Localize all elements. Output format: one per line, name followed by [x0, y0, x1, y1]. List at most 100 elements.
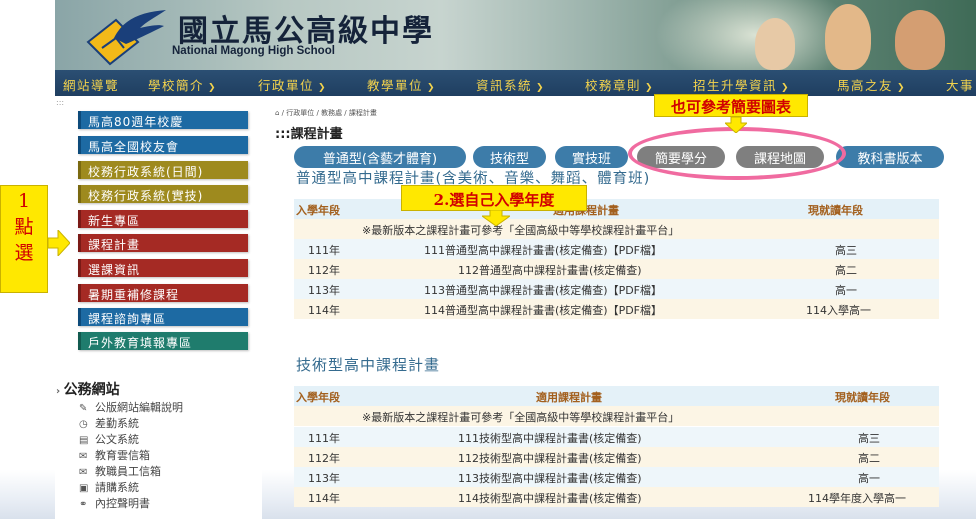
- column-header-grade: 現就讀年段: [835, 391, 890, 404]
- annotation-step1-number: 1: [17, 190, 31, 212]
- row-grade: 114學年度入學高一: [808, 492, 906, 505]
- column-header-grade: 現就讀年段: [808, 204, 863, 217]
- gov-link-staff-mail[interactable]: ✉ 教職員工信箱: [79, 463, 161, 479]
- annotation-step2: 2.選自己入學年度: [401, 185, 587, 211]
- cart-icon: ▣: [79, 483, 89, 494]
- table-row: 112年 112普通型高中課程計畫書(核定備查) 高二: [294, 259, 939, 279]
- table-row: 111年 111技術型高中課程計畫書(核定備查) 高三: [294, 427, 939, 447]
- row-grade: 高一: [858, 472, 880, 485]
- table-technical-header: 入學年段 適用課程計畫 現就讀年段: [294, 386, 939, 406]
- sidebar-item-alumni[interactable]: 馬高全國校友會: [78, 136, 248, 154]
- gov-link-label: 教職員工信箱: [95, 465, 161, 478]
- screenshot: { "header": { "school_name_cn": "國立馬公高級中…: [0, 0, 976, 519]
- nav-item-info-systems[interactable]: 資訊系統 ❯: [476, 75, 545, 94]
- nav-item-admin-units[interactable]: 行政單位 ❯: [258, 75, 327, 94]
- gov-link-purchase[interactable]: ▣ 請購系統: [79, 479, 139, 495]
- section-technical-title: 技術型高中課程計畫: [296, 356, 441, 374]
- tab-general-type[interactable]: 普通型(含藝才體育): [294, 146, 466, 168]
- nav-item-label: 招生升學資訊: [693, 78, 778, 93]
- row-year: 111年: [308, 244, 340, 257]
- row-year: 112年: [308, 264, 340, 277]
- nav-item-events[interactable]: 大事: [946, 75, 974, 94]
- row-plan-link[interactable]: 112技術型高中課程計畫書(核定備查): [458, 450, 642, 466]
- annotation-step1-text: 選: [14, 242, 34, 264]
- gov-link-internal-control[interactable]: ⚭ 內控聲明書: [79, 495, 150, 511]
- gov-link-editing-guide[interactable]: ✎ 公版網站編輯說明: [79, 399, 183, 415]
- sidebar-anchor-dots: :::: [56, 98, 65, 107]
- banner-photo-person: [895, 10, 945, 70]
- row-year: 114年: [308, 304, 340, 317]
- row-plan-link[interactable]: 113技術型高中課程計畫書(核定備查): [458, 470, 642, 486]
- school-logo-icon: [86, 10, 166, 66]
- tab-practical-class[interactable]: 實技班: [555, 146, 628, 168]
- sidebar-item-course-selection[interactable]: 選課資訊: [78, 259, 248, 277]
- tab-textbook-versions[interactable]: 教科書版本: [836, 146, 944, 168]
- nav-item-admissions[interactable]: 招生升學資訊 ❯: [693, 75, 790, 94]
- gov-link-attendance[interactable]: ◷ 差勤系統: [79, 415, 139, 431]
- envelope-icon: ✉: [79, 467, 88, 478]
- sidebar-item-course-consulting[interactable]: 課程諮詢專區: [78, 308, 248, 326]
- row-plan-link[interactable]: 111普通型高中課程計畫書(核定備查)【PDF檔】: [424, 242, 662, 258]
- row-year: 111年: [308, 432, 340, 445]
- banner-photo-person: [825, 4, 871, 70]
- page-title: :::課程計畫: [275, 127, 343, 142]
- row-grade: 高二: [835, 264, 857, 277]
- table-note-row: ※最新版本之課程計畫可參考「全國高級中等學校課程計畫平台」: [294, 219, 939, 239]
- sidebar-item-curriculum-plan[interactable]: 課程計畫: [78, 234, 248, 252]
- banner-photo-person: [755, 18, 795, 70]
- chevron-down-icon: ❯: [897, 83, 907, 93]
- sidebar-item-admin-system-day[interactable]: 校務行政系統(日間): [78, 161, 248, 179]
- nav-item-friends[interactable]: 馬高之友 ❯: [837, 75, 906, 94]
- sidebar-item-admin-system-practical[interactable]: 校務行政系統(實技): [78, 185, 248, 203]
- breadcrumb-path[interactable]: 行政單位 / 教務處 / 課程計畫: [286, 109, 377, 117]
- breadcrumb: ⌂ / 行政單位 / 教務處 / 課程計畫: [275, 109, 377, 117]
- row-grade: 高二: [858, 452, 880, 465]
- table-row: 113年 113技術型高中課程計畫書(核定備查) 高一: [294, 467, 939, 487]
- gov-link-documents[interactable]: ▤ 公文系統: [79, 431, 139, 447]
- sidebar-item-outdoor-education[interactable]: 戶外教育填報專區: [78, 332, 248, 350]
- row-grade: 高三: [858, 432, 880, 445]
- chevron-down-icon: ❯: [645, 83, 655, 93]
- nav-item-school-intro[interactable]: 學校簡介 ❯: [148, 75, 217, 94]
- gov-sites-heading-text: 公務網站: [63, 382, 120, 398]
- sidebar-item-freshman[interactable]: 新生專區: [78, 210, 248, 228]
- nav-item-label: 馬高之友: [837, 78, 894, 93]
- school-name-chinese[interactable]: 國立馬公高級中學: [178, 6, 434, 50]
- platform-note[interactable]: ※最新版本之課程計畫可參考「全國高級中等學校課程計畫平台」: [362, 222, 679, 238]
- document-icon: ▤: [79, 435, 89, 446]
- chevron-down-icon: ❯: [781, 83, 791, 93]
- row-plan-link[interactable]: 114技術型高中課程計畫書(核定備查): [458, 490, 642, 506]
- gov-link-edu-cloud-mail[interactable]: ✉ 教育雲信箱: [79, 447, 150, 463]
- sidebar-item-80th-anniversary[interactable]: 馬高80週年校慶: [78, 111, 248, 129]
- column-header-year: 入學年段: [296, 204, 340, 217]
- chevron-down-icon: ❯: [208, 83, 218, 93]
- tab-technical-type[interactable]: 技術型: [473, 146, 546, 168]
- bullet-icon: ›: [56, 386, 64, 397]
- nav-item-regulations[interactable]: 校務章則 ❯: [585, 75, 654, 94]
- platform-note[interactable]: ※最新版本之課程計畫可參考「全國高級中等學校課程計畫平台」: [362, 409, 679, 425]
- nav-item-label: 教學單位: [367, 78, 424, 93]
- nav-item-site-guide[interactable]: 網站導覽: [63, 75, 119, 94]
- nav-item-label: 資訊系統: [476, 78, 533, 93]
- nav-item-teaching-units[interactable]: 教學單位 ❯: [367, 75, 436, 94]
- table-row: 112年 112技術型高中課程計畫書(核定備查) 高二: [294, 447, 939, 467]
- row-plan-link[interactable]: 111技術型高中課程計畫書(核定備查): [458, 430, 642, 446]
- chevron-down-icon: ❯: [318, 83, 328, 93]
- gov-sites-heading: › 公務網站: [56, 379, 120, 399]
- home-icon[interactable]: ⌂: [275, 109, 279, 117]
- mail-icon: ✉: [79, 451, 88, 462]
- row-plan-link[interactable]: 114普通型高中課程計畫書(核定備查)【PDF檔】: [424, 302, 662, 318]
- row-plan-link[interactable]: 112普通型高中課程計畫書(核定備查): [458, 262, 642, 278]
- highlight-oval: [628, 127, 846, 180]
- annotation-step1: 1 點 選: [0, 185, 48, 293]
- sidebar-item-summer-courses[interactable]: 暑期重補修課程: [78, 284, 248, 302]
- row-year: 112年: [308, 452, 340, 465]
- row-plan-link[interactable]: 113普通型高中課程計畫書(核定備查)【PDF檔】: [424, 282, 662, 298]
- nav-item-label: 大事: [946, 78, 975, 93]
- chevron-down-icon: ❯: [536, 83, 546, 93]
- annotation-tip: 也可參考簡要圖表: [654, 94, 808, 117]
- table-note-row: ※最新版本之課程計畫可參考「全國高級中等學校課程計畫平台」: [294, 406, 939, 426]
- arrow-down-icon: [725, 117, 747, 133]
- school-name-english[interactable]: National Magong High School: [172, 45, 335, 57]
- nav-item-label: 行政單位: [258, 78, 315, 93]
